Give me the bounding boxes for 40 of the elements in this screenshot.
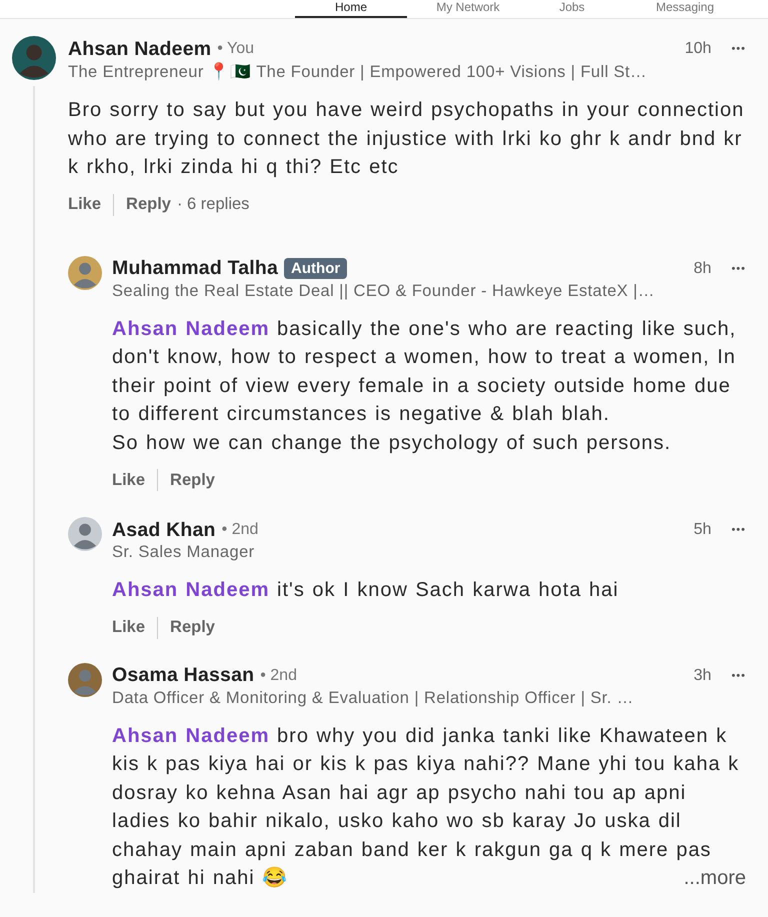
more-options-button[interactable]: ••• [731,43,746,55]
like-button[interactable]: Like [112,470,146,490]
author-name[interactable]: Osama Hassan [112,664,254,687]
author-name[interactable]: Ahsan Nadeem [68,38,212,60]
comment-text: Ahsan Nadeem bro why you did janka tanki like Khawateen k kis k pas kiya hai or kis k pas kiya nahi?? Mane yhi tou kaha k dosray ko kehna Asan hai agr ap psycho nahi tou ap apni ladies ko bahir nikalo, usko kaho wo sb karay Jo uska dil chahay main apni zaban band ker k rakgun ga q k mere pas ghairat hi nahi 😂 ...more [112,722,746,892]
comment-text: Ahsan Nadeem it's ok I know Sach karwa hota hai [112,578,620,603]
mention-link[interactable]: Ahsan Nadeem [112,579,270,601]
comment-text: Bro sorry to say but you have weird psychopaths in your connection who are trying to connect the injustice with lrki ko ghr k andr bnd kr k rkho, lrki zinda hi q thi? Etc etc [68,98,746,180]
see-more-link[interactable]: ...more [684,864,746,892]
timestamp: 5h [694,521,712,539]
reply-button[interactable]: Reply [126,195,171,214]
author-badge: Author [284,258,348,279]
connection-degree: • 2nd [260,666,297,684]
mention-link[interactable]: Ahsan Nadeem [112,318,270,340]
comment-text: Ahsan Nadeem basically the one's who are reacting like such, don't know, how to respect a women, how to treat a women, In their point of view every female in a society outside home due to different circumstances is negative & blah blah. So how we can change the psychology of such persons. [112,316,738,456]
reply-button[interactable]: Reply [170,618,215,637]
more-options-button[interactable]: ••• [731,262,746,274]
mention-link[interactable]: Ahsan Nadeem [112,724,270,746]
timestamp: 8h [694,260,712,278]
author-name[interactable]: Asad Khan [112,518,216,542]
like-button[interactable]: Like [68,195,102,214]
author-headline: Sr. Sales Manager [112,543,256,562]
like-button[interactable]: Like [112,618,146,637]
timestamp: 3h [694,666,712,684]
more-options-button[interactable]: ••• [731,670,746,682]
connection-degree: • 2nd [222,521,258,539]
nav-tab[interactable]: Home [295,0,407,18]
nav-tab[interactable]: My Network [407,0,529,18]
author-headline: Sealing the Real Estate Deal || CEO & Founder - Hawkeye EstateX |… [112,282,656,300]
reply-button[interactable]: Reply [170,470,215,490]
more-options-button[interactable]: ••• [731,524,746,536]
nav-tab[interactable]: Messaging [615,0,755,18]
timestamp: 10h [684,40,712,58]
connection-degree: • You [217,40,254,58]
author-name[interactable]: Muhammad Talha [112,257,278,280]
avatar-icon[interactable] [12,36,56,80]
replies-count[interactable]: · 6 replies [176,195,250,214]
author-headline: Data Officer & Monitoring & Evaluation | Relationship Officer | Sr. … [112,688,635,708]
author-headline: The Entrepreneur 📍🇵🇰 The Founder | Empowered 100+ Visions | Full St… [68,62,648,82]
nav-tab[interactable]: Jobs [529,0,615,18]
